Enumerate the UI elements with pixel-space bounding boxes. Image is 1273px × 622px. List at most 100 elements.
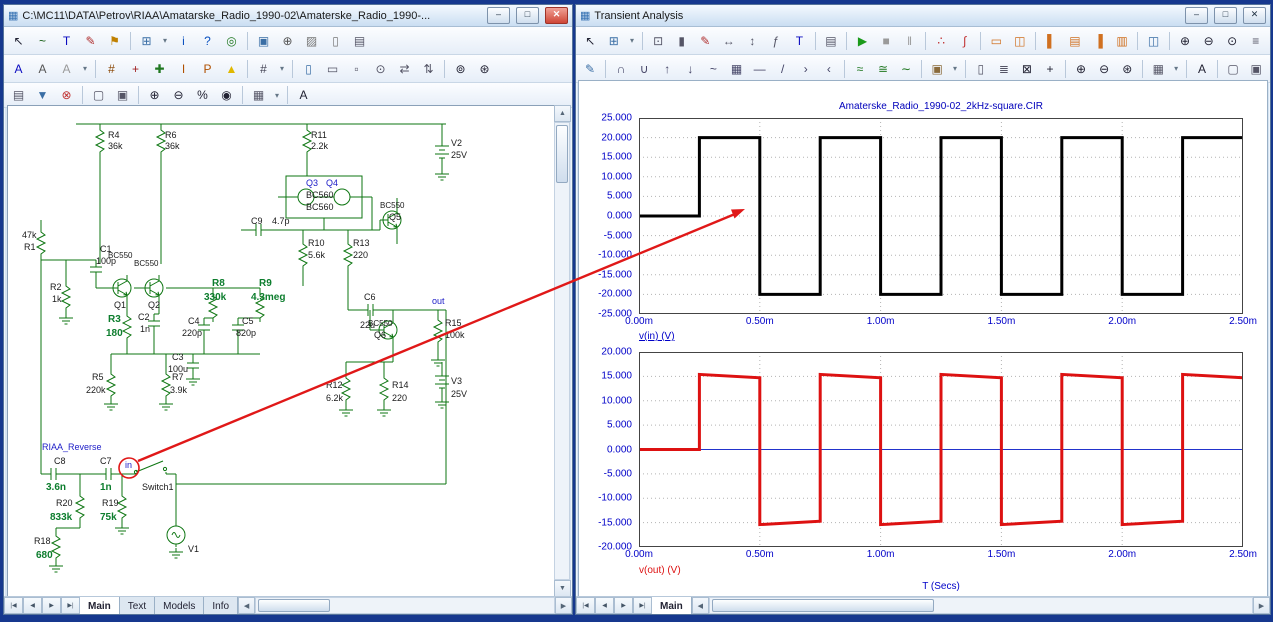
cross-hair-icon[interactable]: ✚ [148,58,171,80]
box-tool-icon[interactable]: ▫ [345,58,368,80]
zoom-cursor-icon[interactable]: + [1039,58,1061,80]
tangent-icon[interactable]: / [772,58,794,80]
align-cursors-icon[interactable]: ≣ [993,58,1015,80]
zoom-in-icon[interactable]: ⊕ [143,84,166,106]
pin-connections-icon[interactable]: + [124,58,147,80]
window-split-icon[interactable]: ◫ [1142,30,1165,52]
close-button[interactable]: ✕ [545,7,568,24]
region-box-icon[interactable]: ▨ [300,30,323,52]
text-options-dropdown[interactable]: ▾ [79,58,91,80]
last-page-button[interactable]: ▶| [633,597,652,614]
cursor-mode-icon[interactable]: ▮ [670,30,693,52]
tab-text[interactable]: Text [120,597,155,614]
point-tag-icon[interactable]: ✎ [694,30,717,52]
scroll-down-button[interactable]: ▼ [554,580,571,597]
page-icon[interactable]: ▭ [321,58,344,80]
grid-display-icon[interactable]: # [252,58,275,80]
analysis-horizontal-scrollbar[interactable]: ◀ ▶ [692,597,1270,614]
new-page-icon[interactable]: ▯ [297,58,320,80]
scale-mode-icon[interactable]: ⊡ [647,30,670,52]
grid-select-icon[interactable]: ▦ [247,84,270,106]
scroll-left-button[interactable]: ◀ [692,597,709,614]
grid-select-icon[interactable]: ▦ [1147,58,1169,80]
scroll-right-button[interactable]: ▶ [1253,597,1270,614]
tab-main[interactable]: Main [80,597,120,614]
mirror-icon[interactable]: ⇄ [393,58,416,80]
next-point-icon[interactable]: › [795,58,817,80]
document-icon[interactable]: ▯ [970,58,992,80]
panel-stack-icon[interactable]: ▤ [1064,30,1087,52]
current-display-icon[interactable]: I [172,58,195,80]
font-icon[interactable]: A [292,84,315,106]
node-numbers-icon[interactable]: # [100,58,123,80]
component-dropdown-icon[interactable]: ▾ [626,30,638,52]
step-down-icon[interactable]: ▼ [31,84,54,106]
text-mode-icon[interactable]: T [788,30,811,52]
select-icon[interactable]: ↖ [7,30,30,52]
info-mode-icon[interactable]: i [172,30,195,52]
last-page-button[interactable]: ▶| [61,597,80,614]
select-icon[interactable]: ↖ [579,30,602,52]
performance-tag-icon[interactable]: ƒ [765,30,788,52]
gridlines-icon[interactable]: ▦ [725,58,747,80]
data-points-icon[interactable]: ∴ [930,30,953,52]
schematic-canvas[interactable]: R436kR636kR112.2kV225VQ3Q4BC560BC560C94.… [7,105,555,599]
panel-split-icon[interactable]: ▥ [1111,30,1134,52]
waveform-label-vin[interactable]: v(in) (V) [639,331,675,342]
zoom-in-icon[interactable]: ⊕ [1174,30,1197,52]
flag-mode-icon[interactable]: ⚑ [103,30,126,52]
prev-page-button[interactable]: ◀ [23,597,42,614]
edit-properties-icon[interactable]: ✎ [579,58,601,80]
paste-icon[interactable]: ▣ [1245,58,1267,80]
scroll-up-button[interactable]: ▲ [554,105,571,122]
paste-page-icon[interactable]: ▣ [111,84,134,106]
flip-icon[interactable]: ⇅ [417,58,440,80]
waveform-overlay-icon[interactable]: ≈ [849,58,871,80]
chart2-plot-area[interactable] [639,352,1243,547]
next-page-button[interactable]: ▶ [42,597,61,614]
condition-display-icon[interactable]: ▲ [220,58,243,80]
clipboard-icon[interactable]: ▣ [926,58,948,80]
print-preview-icon[interactable]: ▤ [348,30,371,52]
zoom-auto-icon[interactable]: ⊛ [1116,58,1138,80]
zoom-window-icon[interactable]: ⊙ [1221,30,1244,52]
prev-point-icon[interactable]: ‹ [818,58,840,80]
properties-icon[interactable]: ▤ [820,30,843,52]
scroll-left-button[interactable]: ◀ [238,597,255,614]
component-icon[interactable]: ⊞ [603,30,626,52]
zoom-out-icon[interactable]: ⊖ [1093,58,1115,80]
find-icon[interactable]: ⊚ [449,58,472,80]
file-icon[interactable]: ▤ [7,84,30,106]
tokens-icon[interactable]: ∫ [953,30,976,52]
schematic-vertical-scrollbar[interactable]: ▲ ▼ [554,105,570,597]
first-page-button[interactable]: |◀ [4,597,23,614]
schematic-horizontal-scrollbar[interactable]: ◀ ▶ [238,597,572,614]
baseline-icon[interactable]: — [749,58,771,80]
zoom-out-icon[interactable]: ⊖ [1197,30,1220,52]
grid-select-dropdown[interactable]: ▾ [1170,58,1182,80]
minimize-button[interactable]: – [1185,7,1208,24]
transient-titlebar[interactable]: ▦ Transient Analysis – □ ✕ [576,5,1270,27]
waveform-label-vout[interactable]: v(out) (V) [639,565,681,576]
low-icon[interactable]: ↓ [679,58,701,80]
maximize-button[interactable]: □ [1214,7,1237,24]
text-mode-icon[interactable]: T [55,30,78,52]
y-axis-panel-icon[interactable]: ◫ [1009,30,1032,52]
first-page-button[interactable]: |◀ [576,597,595,614]
chart1-plot-area[interactable] [639,118,1243,314]
vertical-tag-icon[interactable]: ↕ [741,30,764,52]
attribute-text-icon[interactable]: A [7,58,30,80]
graphics-mode-icon[interactable]: ✎ [79,30,102,52]
schematic-titlebar[interactable]: ▦ C:\MC11\DATA\Petrov\RIAA\Amatarske_Rad… [4,5,572,27]
smoothing-icon[interactable]: ∼ [895,58,917,80]
rotate-icon[interactable]: ⊙ [369,58,392,80]
panel-right-icon[interactable]: ▐ [1087,30,1110,52]
pin-names-icon[interactable]: A [31,58,54,80]
zoom-percent-icon[interactable]: % [191,84,214,106]
clipboard-dropdown-icon[interactable]: ▾ [949,58,961,80]
panel-left-icon[interactable]: ▌ [1040,30,1063,52]
close-circle-icon[interactable]: ⊗ [55,84,78,106]
pin-numbers-icon[interactable]: A [55,58,78,80]
zoom-out-icon[interactable]: ⊖ [167,84,190,106]
help-mode-icon[interactable]: ? [196,30,219,52]
